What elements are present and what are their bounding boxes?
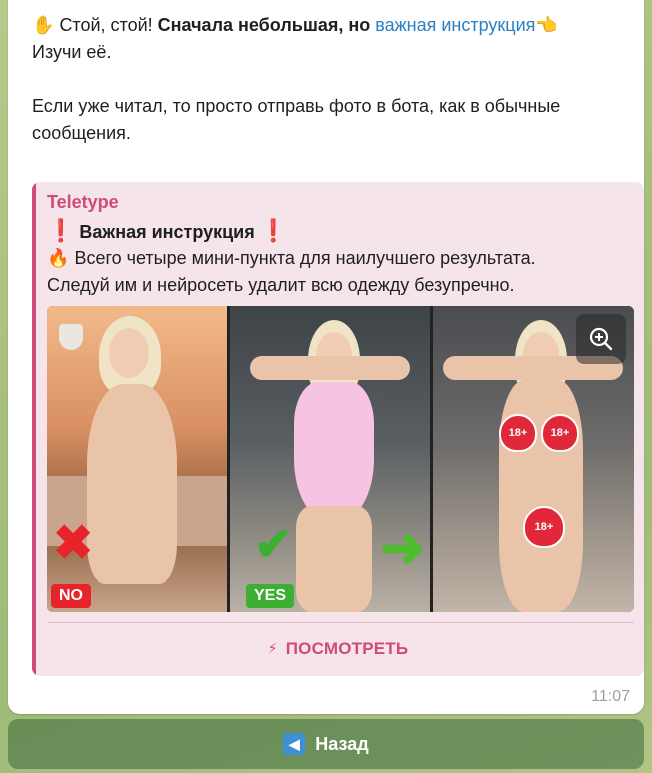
link-preview[interactable]: Teletype ❗ Важная инструкция ❗ 🔥 Всего ч… xyxy=(32,182,644,676)
exclamation-icon: ❗ xyxy=(47,218,75,243)
zoom-button[interactable] xyxy=(576,314,626,364)
intro-text: Стой, стой! xyxy=(59,15,153,35)
instruction-link[interactable]: важная инструкция xyxy=(375,15,535,35)
legs-shape xyxy=(296,506,372,612)
view-button[interactable]: ⚡ ПОСМОТРЕТЬ xyxy=(36,630,640,668)
message-line-2: Изучи её. xyxy=(32,42,112,62)
censor-sticker: 18+ xyxy=(541,414,579,452)
preview-accent-bar xyxy=(32,182,36,676)
figure-shape xyxy=(87,384,177,584)
no-label: NO xyxy=(51,584,91,608)
preview-image[interactable]: ✖ NO ✔ YES ➜ 18+ 18+ 18+ xyxy=(47,306,634,612)
image-panel-no: ✖ NO xyxy=(47,306,227,612)
preview-site-name: Teletype xyxy=(47,192,119,212)
censor-sticker: 18+ xyxy=(523,506,565,548)
message-text: ✋ Стой, стой! Сначала небольшая, но важн… xyxy=(32,12,632,147)
intro-bold-text: Сначала небольшая, но xyxy=(157,15,371,35)
pointing-hand-icon: 👈 xyxy=(535,15,558,36)
cross-icon: ✖ xyxy=(53,517,94,570)
arms-shape xyxy=(250,356,410,380)
fire-icon: 🔥 xyxy=(47,248,70,268)
back-button-label: Назад xyxy=(315,733,369,754)
preview-description: 🔥 Всего четыре мини-пункта для наилучшег… xyxy=(47,245,637,299)
arrow-right-icon: ➜ xyxy=(380,518,426,578)
lamp-shape xyxy=(59,324,83,350)
exclamation-icon: ❗ xyxy=(259,218,288,243)
view-button-label: ПОСМОТРЕТЬ xyxy=(285,639,409,658)
preview-title: ❗ Важная инструкция ❗ xyxy=(47,218,287,244)
preview-divider xyxy=(47,622,634,623)
preview-desc-line-2: Следуй им и нейросеть удалит всю одежду … xyxy=(47,275,515,295)
zoom-in-icon xyxy=(589,327,613,351)
censor-sticker: 18+ xyxy=(499,414,537,452)
message-line-4: сообщения. xyxy=(32,123,131,143)
lightning-icon: ⚡ xyxy=(267,641,278,657)
message-timestamp: 11:07 xyxy=(591,688,630,705)
preview-desc-line-1: Всего четыре мини-пункта для наилучшего … xyxy=(74,248,536,268)
back-arrow-icon: ◀ xyxy=(283,733,306,755)
message-line-1: ✋ Стой, стой! Сначала небольшая, но важн… xyxy=(32,12,632,39)
yes-label: YES xyxy=(246,584,295,608)
raised-hand-icon: ✋ xyxy=(32,15,55,36)
message-line-3: Если уже читал, то просто отправь фото в… xyxy=(32,96,561,116)
preview-title-text: Важная инструкция xyxy=(79,222,255,242)
message-bubble: ✋ Стой, стой! Сначала небольшая, но важн… xyxy=(8,0,644,714)
head-shape xyxy=(109,328,149,378)
swimsuit-shape xyxy=(294,382,374,522)
image-panel-result: 18+ 18+ 18+ xyxy=(433,306,634,612)
image-panel-yes: ✔ YES ➜ xyxy=(230,306,430,612)
check-icon: ✔ xyxy=(254,518,293,570)
back-button[interactable]: ◀ Назад xyxy=(8,719,644,769)
